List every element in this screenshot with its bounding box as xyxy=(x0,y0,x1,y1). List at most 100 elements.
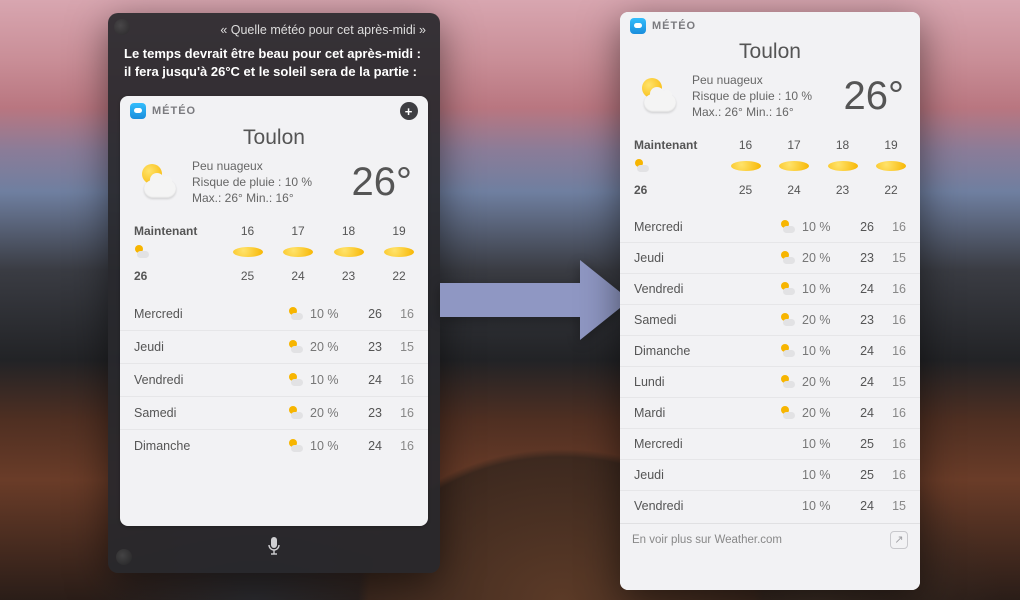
sun-icon xyxy=(233,244,263,263)
hour-label: 16 xyxy=(731,138,761,152)
partly-cloudy-icon xyxy=(778,219,798,235)
partly-cloudy-icon xyxy=(286,438,306,454)
day-name: Mercredi xyxy=(134,307,286,321)
daily-row: Dimanche10 %2416 xyxy=(620,335,920,366)
day-name: Samedi xyxy=(634,313,778,327)
day-name: Jeudi xyxy=(634,251,778,265)
daily-row: Vendredi10 %2416 xyxy=(620,273,920,304)
hourly-labels-row: Maintenant16171819 xyxy=(634,135,906,155)
daily-row: Vendredi 10 %2416 xyxy=(120,363,428,396)
daily-row: Mardi20 %2416 xyxy=(620,397,920,428)
siri-panel: Quelle météo pour cet après-midi Le temp… xyxy=(108,13,440,573)
partly-cloudy-icon xyxy=(636,74,680,118)
daily-row: Jeudi10 %2516 xyxy=(620,459,920,490)
daily-forecast-list: Mercredi10 %2616Jeudi20 %2315Vendredi10 … xyxy=(120,296,428,464)
rain-chance: 20 % xyxy=(798,251,842,265)
sun-icon xyxy=(283,244,313,263)
condition-text-block: Peu nuageux Risque de pluie : 10 % Max.:… xyxy=(192,158,340,207)
current-temp: 26° xyxy=(352,160,413,205)
city-name: Toulon xyxy=(620,36,920,72)
condition-text: Peu nuageux xyxy=(692,72,832,88)
open-external-icon[interactable]: ↗ xyxy=(890,531,908,549)
partly-cloudy-icon xyxy=(286,372,306,388)
temp-high: 24 xyxy=(842,406,874,420)
temp-range-text: Max.: 26° Min.: 16° xyxy=(692,104,832,120)
temp-low: 16 xyxy=(874,220,906,234)
rain-chance: 20 % xyxy=(306,406,350,420)
hour-temp: 25 xyxy=(233,269,263,283)
rain-risk-text: Risque de pluie : 10 % xyxy=(692,88,832,104)
temp-low: 16 xyxy=(874,282,906,296)
condition-text-block: Peu nuageux Risque de pluie : 10 % Max.:… xyxy=(692,72,832,121)
weather-app-label: MÉTÉO xyxy=(152,105,196,117)
siri-mic-button[interactable] xyxy=(108,531,440,565)
rain-chance: 10 % xyxy=(306,373,350,387)
hourly-labels-row: Maintenant16171819 xyxy=(134,221,414,241)
weather-app-icon xyxy=(630,18,646,34)
temp-range-text: Max.: 26° Min.: 16° xyxy=(192,190,340,206)
partly-cloudy-icon xyxy=(778,374,798,390)
rain-chance: 20 % xyxy=(306,340,350,354)
day-name: Vendredi xyxy=(134,373,286,387)
partly-cloudy-icon xyxy=(286,306,306,322)
hour-label: Maintenant xyxy=(134,224,212,238)
city-name: Toulon xyxy=(120,122,428,158)
widget-weather-card: MÉTÉO Toulon Peu nuageux Risque de pluie… xyxy=(620,12,920,590)
temp-high: 25 xyxy=(842,437,874,451)
hourly-temps-row: 2625242322 xyxy=(134,266,414,286)
illustrative-arrow xyxy=(440,260,640,340)
rain-chance: 10 % xyxy=(306,439,350,453)
temp-low: 16 xyxy=(874,406,906,420)
footer-link[interactable]: En voir plus sur Weather.com xyxy=(632,534,782,546)
widget-footer: En voir plus sur Weather.com ↗ xyxy=(620,523,920,556)
day-name: Vendredi xyxy=(634,282,778,296)
temp-high: 23 xyxy=(842,251,874,265)
rain-chance: 10 % xyxy=(798,437,842,451)
temp-low: 15 xyxy=(874,251,906,265)
partly-cloudy-icon xyxy=(634,158,712,177)
day-name: Mardi xyxy=(634,406,778,420)
weather-app-icon xyxy=(130,103,146,119)
day-name: Dimanche xyxy=(634,344,778,358)
daily-row: Mercredi10 %2616 xyxy=(120,298,428,330)
hourly-forecast: Maintenant16171819 2625242322 xyxy=(120,215,428,296)
temp-high: 24 xyxy=(350,439,382,453)
temp-low: 16 xyxy=(874,344,906,358)
partly-cloudy-icon xyxy=(778,312,798,328)
daily-row: Samedi20 %2316 xyxy=(620,304,920,335)
sun-icon xyxy=(779,158,809,177)
temp-low: 16 xyxy=(382,406,414,420)
hour-label: 19 xyxy=(384,224,414,238)
daily-row: Lundi20 %2415 xyxy=(620,366,920,397)
temp-low: 16 xyxy=(874,437,906,451)
sun-icon xyxy=(731,158,761,177)
partly-cloudy-icon xyxy=(778,250,798,266)
temp-high: 24 xyxy=(842,344,874,358)
temp-high: 26 xyxy=(842,220,874,234)
rain-chance: 10 % xyxy=(798,499,842,513)
partly-cloudy-icon xyxy=(136,160,180,204)
sun-icon xyxy=(876,158,906,177)
rain-risk-text: Risque de pluie : 10 % xyxy=(192,174,340,190)
temp-low: 16 xyxy=(382,307,414,321)
siri-query: Quelle météo pour cet après-midi xyxy=(108,13,440,41)
temp-low: 16 xyxy=(382,439,414,453)
hour-temp: 23 xyxy=(828,183,858,197)
daily-row: Mercredi10 %2616 xyxy=(620,212,920,242)
hour-temp: 25 xyxy=(731,183,761,197)
hour-label: Maintenant xyxy=(634,138,712,152)
daily-row: Dimanche10 %2416 xyxy=(120,429,428,462)
current-summary: Peu nuageux Risque de pluie : 10 % Max.:… xyxy=(620,72,920,129)
temp-low: 15 xyxy=(382,340,414,354)
hour-label: 17 xyxy=(283,224,313,238)
hour-label: 19 xyxy=(876,138,906,152)
daily-row: Vendredi10 %2415 xyxy=(620,490,920,521)
day-name: Samedi xyxy=(134,406,286,420)
add-to-widget-button[interactable]: + xyxy=(400,102,418,120)
hour-temp: 24 xyxy=(779,183,809,197)
temp-low: 16 xyxy=(874,468,906,482)
hourly-icons-row xyxy=(134,241,414,266)
temp-low: 16 xyxy=(382,373,414,387)
temp-high: 24 xyxy=(350,373,382,387)
partly-cloudy-icon xyxy=(778,405,798,421)
